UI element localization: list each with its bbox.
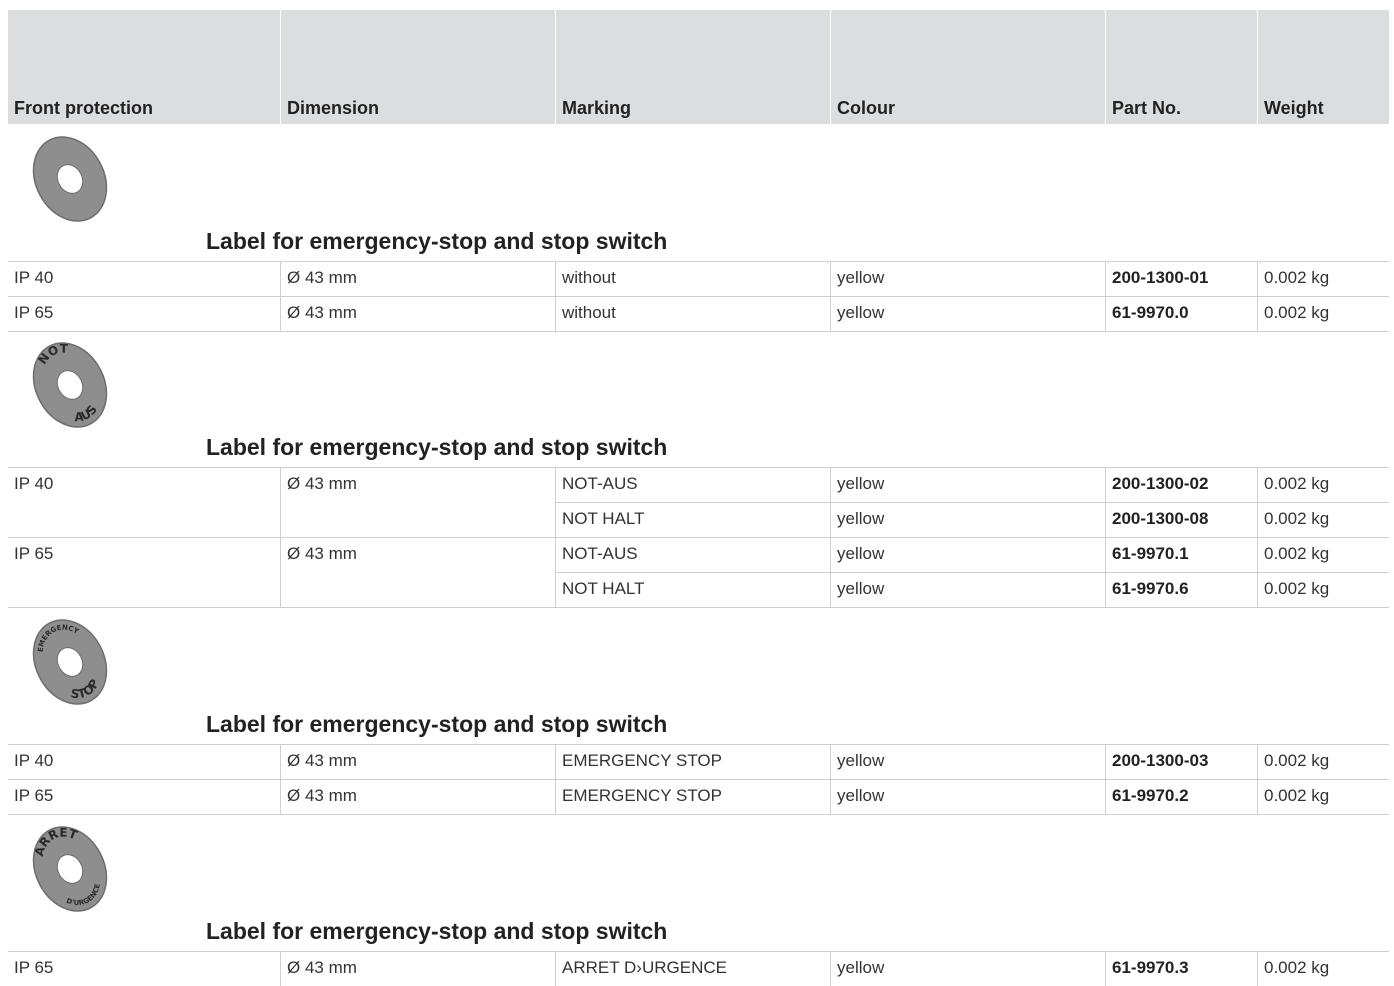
header-front-protection: Front protection bbox=[8, 10, 281, 124]
table-cell: Ø 43 mm bbox=[281, 745, 556, 779]
table-cell: without bbox=[556, 297, 831, 331]
label-image: EMERGENCY STOP bbox=[30, 615, 110, 708]
table-row: IP 65 Ø 43 mm EMERGENCY STOP yellow 61-9970.… bbox=[8, 779, 1389, 814]
table-cell: 200-1300-08 bbox=[1106, 503, 1258, 537]
section-title: Label for emergency-stop and stop switch bbox=[206, 918, 668, 944]
header-dimension: Dimension bbox=[281, 10, 556, 124]
table-cell: 0.002 kg bbox=[1264, 303, 1330, 322]
table-cell: Ø 43 mm bbox=[281, 297, 556, 331]
table-row: IP 40 Ø 43 mm NOT-AUS yellow 200-1300-02 0.00… bbox=[8, 467, 1389, 502]
table-cell: 200-1300-01 bbox=[1106, 262, 1258, 296]
table-cell: NOT-AUS bbox=[556, 468, 831, 502]
table-cell bbox=[8, 503, 281, 537]
table-cell: yellow bbox=[831, 262, 1106, 296]
label-image: NOT AUS bbox=[30, 336, 110, 431]
table-cell bbox=[281, 573, 556, 607]
label-disc-icon: NOTAUS bbox=[33, 336, 108, 428]
table-cell: 61-9970.0 bbox=[1106, 297, 1258, 331]
section-divider bbox=[8, 607, 1389, 608]
table-cell: 200-1300-02 bbox=[1106, 468, 1258, 502]
table-cell: Ø 43 mm bbox=[281, 468, 556, 502]
table-cell: IP 65 bbox=[8, 952, 281, 986]
table-cell: yellow bbox=[831, 573, 1106, 607]
table-cell: NOT HALT bbox=[556, 573, 831, 607]
table-row: IP 40 Ø 43 mm EMERGENCY STOP yellow 200-1300… bbox=[8, 744, 1389, 779]
header-label: Front protection bbox=[14, 98, 153, 118]
header-label: Weight bbox=[1264, 98, 1324, 118]
label-image bbox=[30, 133, 110, 225]
table-cell: IP 65 bbox=[8, 780, 281, 814]
header-label: Marking bbox=[562, 98, 632, 118]
header-label: Colour bbox=[837, 98, 895, 118]
table-row: NOT HALT yellow 200-1300-08 0.002 kg bbox=[8, 502, 1389, 537]
section-divider bbox=[8, 331, 1389, 332]
header-part-no: Part No. bbox=[1106, 10, 1258, 124]
table-cell: yellow bbox=[831, 503, 1106, 537]
header-marking: Marking bbox=[556, 10, 831, 124]
table-cell: IP 40 bbox=[8, 468, 281, 502]
table-cell: 0.002 kg bbox=[1264, 579, 1330, 598]
table-cell: yellow bbox=[831, 780, 1106, 814]
table-cell: Ø 43 mm bbox=[281, 262, 556, 296]
merged-cell-cover bbox=[8, 571, 556, 574]
table-row: IP 40 Ø 43 mm without yellow 200-1300-01 0.00… bbox=[8, 261, 1389, 296]
column-divider bbox=[555, 501, 556, 504]
label-image: ARRET D'URGENCE bbox=[25, 816, 110, 915]
table-cell: 200-1300-03 bbox=[1106, 745, 1258, 779]
table-cell: yellow bbox=[831, 468, 1106, 502]
table-cell: 0.002 kg bbox=[1264, 751, 1330, 770]
table-cell: 61-9970.1 bbox=[1106, 538, 1258, 572]
table-cell bbox=[8, 573, 281, 607]
table-cell: EMERGENCY STOP bbox=[556, 745, 831, 779]
merged-cell-cover bbox=[8, 501, 556, 504]
table-cell: Ø 43 mm bbox=[281, 780, 556, 814]
table-row: IP 65 Ø 43 mm ARRET D›URGENCE yellow 61-9970… bbox=[8, 951, 1389, 986]
table-cell: 0.002 kg bbox=[1264, 786, 1330, 805]
table-row: NOT HALT yellow 61-9970.6 0.002 kg bbox=[8, 572, 1389, 607]
header-label: Part No. bbox=[1112, 98, 1182, 118]
table-cell: without bbox=[556, 262, 831, 296]
section-title: Label for emergency-stop and stop switch bbox=[206, 434, 668, 460]
header-colour: Colour bbox=[831, 10, 1106, 124]
table-cell: IP 40 bbox=[8, 262, 281, 296]
table-cell: 61-9970.3 bbox=[1106, 952, 1258, 986]
table-cell: NOT-AUS bbox=[556, 538, 831, 572]
column-divider bbox=[555, 571, 556, 574]
label-disc-icon: EMERGENCYSTOP bbox=[30, 615, 108, 707]
table-cell: IP 65 bbox=[8, 538, 281, 572]
table-cell: IP 40 bbox=[8, 745, 281, 779]
header-label: Dimension bbox=[287, 98, 380, 118]
section-divider bbox=[8, 814, 1389, 815]
header-weight: Weight bbox=[1258, 10, 1389, 124]
table-cell: yellow bbox=[831, 745, 1106, 779]
section-title: Label for emergency-stop and stop switch bbox=[206, 228, 668, 254]
table-cell bbox=[281, 503, 556, 537]
label-disc-icon bbox=[32, 136, 108, 222]
table-row: IP 65 Ø 43 mm NOT-AUS yellow 61-9970.1 0.002 … bbox=[8, 537, 1389, 572]
table-cell: 0.002 kg bbox=[1264, 544, 1330, 563]
table-cell: 61-9970.2 bbox=[1106, 780, 1258, 814]
label-disc-icon: ARRETD'URGENCE bbox=[25, 816, 107, 914]
table-cell: EMERGENCY STOP bbox=[556, 780, 831, 814]
column-divider bbox=[280, 571, 281, 574]
column-divider bbox=[280, 501, 281, 504]
table-row: IP 65 Ø 43 mm without yellow 61-9970.0 0.002 … bbox=[8, 296, 1389, 331]
section-title: Label for emergency-stop and stop switch bbox=[206, 711, 668, 737]
table-cell: yellow bbox=[831, 952, 1106, 986]
table-cell: 61-9970.6 bbox=[1106, 573, 1258, 607]
table-cell: 0.002 kg bbox=[1264, 509, 1330, 528]
table-cell: NOT HALT bbox=[556, 503, 831, 537]
table-cell: IP 65 bbox=[8, 297, 281, 331]
table-cell: 0.002 kg bbox=[1264, 958, 1330, 977]
table-cell: 0.002 kg bbox=[1264, 268, 1330, 287]
table-cell: yellow bbox=[831, 297, 1106, 331]
table-cell: 0.002 kg bbox=[1264, 474, 1330, 493]
table-cell: Ø 43 mm bbox=[281, 952, 556, 986]
table-cell: yellow bbox=[831, 538, 1106, 572]
table-cell: Ø 43 mm bbox=[281, 538, 556, 572]
table-cell: ARRET D›URGENCE bbox=[556, 952, 831, 986]
